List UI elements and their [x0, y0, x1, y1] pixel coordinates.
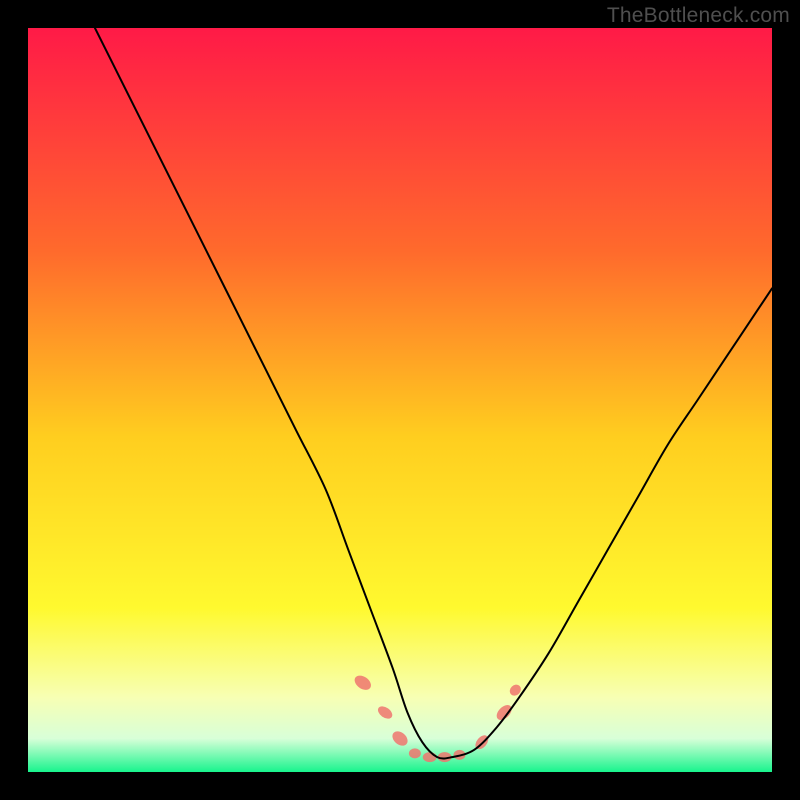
trough-marker — [423, 752, 437, 762]
chart-svg — [28, 28, 772, 772]
watermark-text: TheBottleneck.com — [607, 4, 790, 28]
chart-frame: TheBottleneck.com — [0, 0, 800, 800]
plot-area — [28, 28, 772, 772]
gradient-background — [28, 28, 772, 772]
trough-marker — [409, 748, 421, 758]
